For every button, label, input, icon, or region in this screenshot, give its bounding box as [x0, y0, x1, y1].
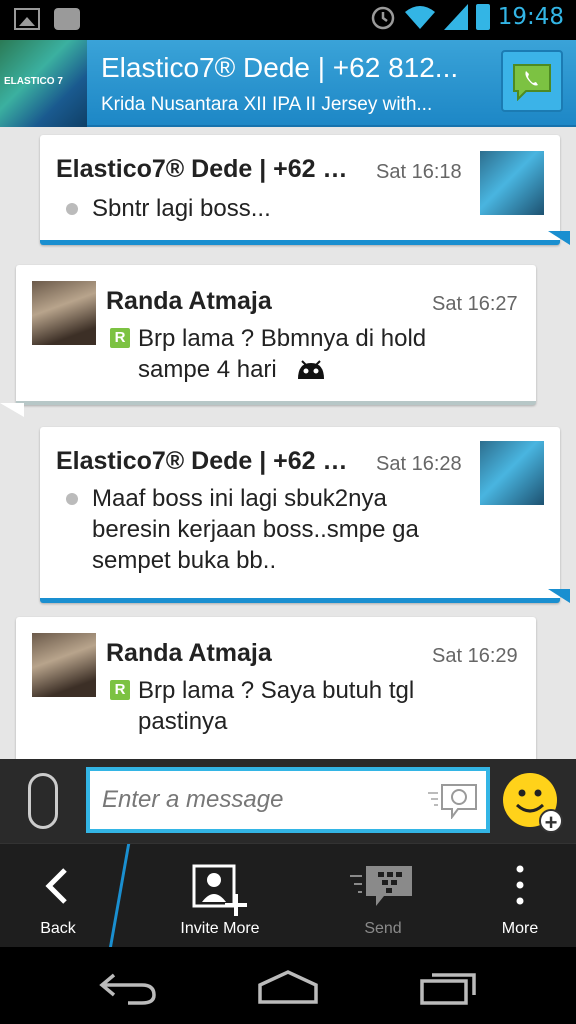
bubble-tail: [0, 403, 24, 417]
read-receipt-badge: R: [110, 328, 130, 348]
message-text-line2: pastinya: [138, 708, 228, 735]
sender-avatar[interactable]: [480, 151, 544, 215]
clock: 19:48: [497, 4, 564, 30]
overflow-menu-icon: [516, 865, 524, 905]
alarm-icon: [371, 6, 394, 30]
sender-avatar[interactable]: [32, 281, 96, 345]
message-time: Sat 16:28: [376, 453, 462, 475]
angry-emoticon-icon: [298, 360, 324, 379]
bbm-send-icon: [350, 866, 412, 906]
message-text: Brp lama ? Saya butuh tgl: [138, 677, 415, 704]
attach-icon[interactable]: [28, 773, 58, 829]
home-nav-icon[interactable]: [257, 969, 319, 1005]
signal-icon: [443, 4, 468, 30]
contact-name[interactable]: Elastico7® Dede | +62 812...: [101, 52, 486, 84]
message-text-line2: beresin kerjaan boss..smpe ga: [92, 516, 419, 543]
sender-avatar[interactable]: [480, 441, 544, 505]
voice-call-button[interactable]: [501, 50, 563, 112]
compose-bar: +: [0, 759, 576, 843]
sender-avatar[interactable]: [32, 633, 96, 697]
image-notification-icon: [14, 8, 40, 30]
avatar-logo-text: ELASTICO 7: [4, 76, 63, 87]
message-bubble[interactable]: Randa Atmaja Sat 16:27 R Brp lama ? Bbmn…: [0, 265, 536, 417]
back-nav-icon[interactable]: [98, 969, 158, 1005]
message-text-line3: sempet buka bb..: [92, 547, 277, 574]
wifi-icon: [404, 6, 435, 29]
invite-more-label: Invite More: [180, 920, 260, 937]
message-text: Maaf boss ini lagi sbuk2nya: [92, 485, 387, 512]
bbm-notification-icon: [54, 8, 80, 30]
message-time: Sat 16:18: [376, 161, 462, 183]
status-bar: 19:48: [0, 0, 576, 40]
action-bar: Back Invite More Send More: [0, 843, 576, 948]
phone-chat-icon: [513, 64, 551, 101]
emoticon-button[interactable]: +: [503, 773, 563, 835]
contact-avatar[interactable]: ELASTICO 7: [0, 40, 87, 127]
more-label: More: [501, 920, 539, 937]
add-icon: +: [539, 809, 563, 835]
message-text-line2: sampe 4 hari: [138, 356, 277, 383]
add-contact-icon: [192, 864, 247, 916]
bubble-tail: [548, 231, 570, 245]
message-bubble[interactable]: Randa Atmaja Sat 16:29 R Brp lama ? Saya…: [16, 617, 536, 759]
conversation-header: ELASTICO 7 Elastico7® Dede | +62 812... …: [0, 40, 576, 127]
message-sender: Randa Atmaja: [106, 639, 272, 667]
send-label: Send: [364, 920, 402, 937]
message-bubble[interactable]: Elastico7® Dede | +62 8... Sat 16:28 Maa…: [40, 427, 570, 603]
back-label: Back: [40, 920, 76, 937]
message-time: Sat 16:29: [432, 645, 518, 667]
voice-note-icon[interactable]: [428, 783, 478, 819]
delivery-status-icon: [66, 493, 78, 505]
message-text: Brp lama ? Bbmnya di hold: [138, 325, 427, 352]
message-bubble[interactable]: Elastico7® Dede | +62 8... Sat 16:18 Sbn…: [40, 135, 570, 245]
more-button[interactable]: More: [470, 844, 570, 948]
back-button[interactable]: Back: [0, 844, 116, 948]
chat-history[interactable]: Elastico7® Dede | +62 8... Sat 16:18 Sbn…: [0, 127, 576, 759]
contact-status: Krida Nusantara XII IPA II Jersey with..…: [101, 94, 433, 115]
message-time: Sat 16:27: [432, 293, 518, 315]
message-sender: Elastico7® Dede | +62 8...: [56, 447, 356, 475]
message-sender: Elastico7® Dede | +62 8...: [56, 155, 356, 183]
delivery-status-icon: [66, 203, 78, 215]
message-text: Sbntr lagi boss...: [92, 195, 271, 222]
battery-icon: [475, 4, 490, 30]
send-button[interactable]: Send: [326, 844, 440, 948]
system-navigation-bar: [0, 947, 576, 1024]
read-receipt-badge: R: [110, 680, 130, 700]
chevron-left-icon: [45, 868, 67, 904]
invite-more-button[interactable]: Invite More: [160, 844, 280, 948]
recent-apps-nav-icon[interactable]: [420, 969, 480, 1005]
bubble-tail: [548, 589, 570, 603]
message-sender: Randa Atmaja: [106, 287, 272, 315]
